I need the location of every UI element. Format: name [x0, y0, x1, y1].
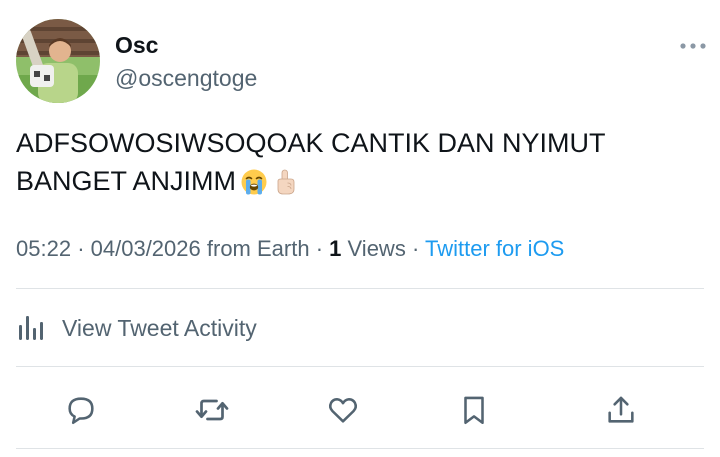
display-name[interactable]: Osc: [115, 32, 158, 59]
tweet-location: from Earth: [206, 236, 310, 261]
share-button[interactable]: [599, 388, 643, 432]
loudly-crying-face-icon: [240, 168, 268, 206]
bookmark-button[interactable]: [452, 388, 496, 432]
analytics-icon: [19, 316, 43, 340]
meta-separator: ·: [411, 236, 420, 261]
avatar[interactable]: [16, 19, 100, 103]
more-dots-icon: [680, 43, 706, 49]
view-tweet-activity-label: View Tweet Activity: [62, 314, 257, 341]
like-button[interactable]: [321, 388, 365, 432]
retweet-icon: [195, 399, 229, 421]
tweet-time[interactable]: 05:22: [16, 236, 71, 261]
index-pointing-up-icon: [272, 168, 298, 206]
view-tweet-activity-button[interactable]: View Tweet Activity: [16, 306, 257, 350]
avatar-image: [16, 19, 100, 103]
share-icon: [608, 396, 634, 423]
views-label: Views: [347, 236, 406, 261]
tweet-source-link[interactable]: Twitter for iOS: [425, 236, 564, 261]
views-count: 1: [329, 236, 342, 261]
reply-icon: [68, 397, 94, 425]
tweet-detail: Osc @oscengtoge ADFSOWOSIWSOQOAK CANTIK …: [0, 0, 720, 457]
more-options-button[interactable]: [676, 36, 710, 56]
like-icon: [328, 398, 358, 423]
reply-button[interactable]: [59, 388, 103, 432]
divider: [16, 448, 704, 449]
divider: [16, 288, 704, 289]
tweet-text-line-2: BANGET ANJIMM: [16, 162, 696, 206]
bookmark-icon: [464, 396, 484, 425]
tweet-meta: 05:22 · 04/03/2026 from Earth · 1 Views …: [16, 236, 564, 262]
user-handle[interactable]: @oscengtoge: [115, 65, 257, 92]
meta-separator: ·: [315, 236, 324, 261]
tweet-date[interactable]: 04/03/2026: [91, 236, 201, 261]
divider: [16, 366, 704, 367]
tweet-text: ADFSOWOSIWSOQOAK CANTIK DAN NYIMUT BANGE…: [16, 124, 696, 206]
tweet-text-line-2-text: BANGET ANJIMM: [16, 166, 237, 196]
retweet-button[interactable]: [190, 388, 234, 432]
meta-separator: ·: [77, 236, 85, 261]
tweet-text-line-1: ADFSOWOSIWSOQOAK CANTIK DAN NYIMUT: [16, 128, 606, 158]
